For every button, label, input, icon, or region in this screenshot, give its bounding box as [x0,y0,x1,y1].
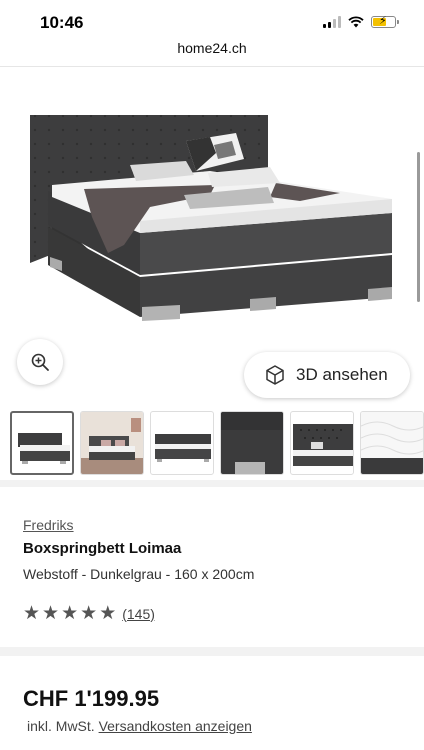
zoom-in-icon [31,353,49,371]
view-3d-button[interactable]: 3D ansehen [244,352,410,398]
battery-icon: ⚡ [371,15,399,28]
rating[interactable]: ★ ★ ★ ★ ★ (145) [23,604,155,623]
shipping-costs-link[interactable]: Versandkosten anzeigen [99,718,252,734]
status-time: 10:46 [40,13,84,32]
price-section: CHF 1'199.95 inkl. MwSt. Versandkosten a… [6,656,418,750]
star-icon: ★ [80,603,98,624]
product-gallery[interactable]: 3D ansehen [0,67,424,402]
thumbnail-bedroom-scene[interactable] [80,411,144,475]
section-divider [0,480,424,487]
status-bar: 10:46 ⚡ [0,0,424,40]
product-title: Boxspringbett Loimaa [23,540,182,557]
tax-prefix: inkl. MwSt. [27,718,95,734]
star-icon: ★ [61,603,79,624]
review-count-link[interactable]: (145) [122,606,155,622]
price: CHF 1'199.95 [23,686,160,711]
thumbnail-strip[interactable] [10,411,424,477]
cube-icon [266,365,284,385]
thumbnail-topper-detail[interactable] [360,411,424,475]
thumbnail-bed-foot-detail[interactable] [220,411,284,475]
thumbnail-bed-front-view[interactable] [10,411,74,475]
star-icon: ★ [99,603,117,624]
product-image [30,115,392,321]
thumbnail-headboard-detail[interactable] [290,411,354,475]
product-info: Fredriks Boxspringbett Loimaa Webstoff -… [6,487,418,647]
zoom-button[interactable] [17,339,63,385]
section-divider [0,647,424,656]
thumbnail-bed-white-background[interactable] [150,411,214,475]
address-bar[interactable]: home24.ch [0,40,424,64]
brand-link[interactable]: Fredriks [23,517,74,533]
tax-info: inkl. MwSt. Versandkosten anzeigen [27,718,252,734]
wifi-icon [348,16,364,28]
gallery-scroll-indicator [417,152,420,302]
status-icons: ⚡ [323,15,399,28]
product-variant: Webstoff - Dunkelgrau - 160 x 200cm [23,566,255,582]
star-icon: ★ [42,603,60,624]
cellular-signal-icon [323,16,341,28]
view-3d-label: 3D ansehen [296,365,388,384]
star-icon: ★ [23,603,41,624]
